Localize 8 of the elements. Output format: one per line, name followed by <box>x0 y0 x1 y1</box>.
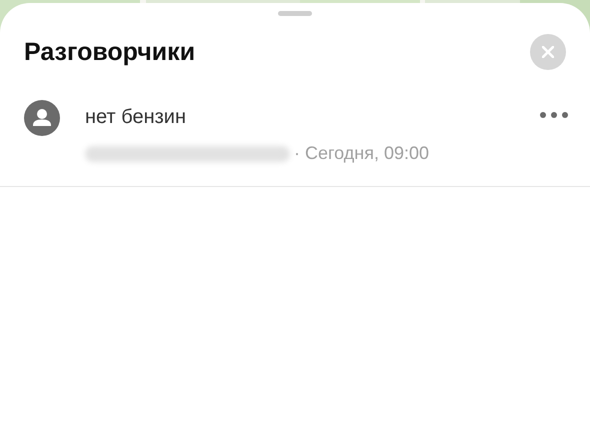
conversation-title[interactable]: нет бензин <box>85 106 540 129</box>
close-button[interactable] <box>530 34 566 70</box>
sheet-title: Разговорчики <box>24 38 196 66</box>
drag-handle[interactable] <box>278 11 312 16</box>
conversation-time: · Сегодня, 09:00 <box>294 143 430 164</box>
more-icon <box>540 112 568 118</box>
user-avatar-icon <box>24 100 60 136</box>
close-icon <box>542 46 554 58</box>
